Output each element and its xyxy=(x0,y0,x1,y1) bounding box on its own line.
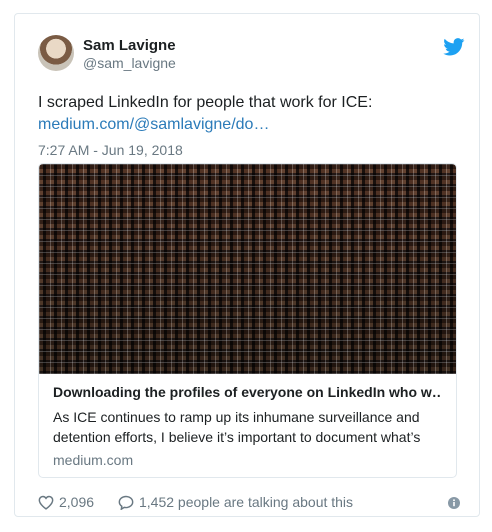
link-preview-card[interactable]: Downloading the profiles of everyone on … xyxy=(38,163,457,478)
card-body: Downloading the profiles of everyone on … xyxy=(39,374,456,468)
avatar[interactable] xyxy=(38,35,74,71)
author-screen-name[interactable]: @sam_lavigne xyxy=(83,55,176,71)
card-image-profile-collage[interactable] xyxy=(39,164,456,374)
tweet-link[interactable]: medium.com/@samlavigne/do… xyxy=(38,114,269,136)
card-domain: medium.com xyxy=(53,452,134,468)
like-action[interactable]: 2,096 xyxy=(38,494,94,510)
info-icon[interactable] xyxy=(448,497,460,509)
card-title[interactable]: Downloading the profiles of everyone on … xyxy=(53,383,442,401)
likes-count: 2,096 xyxy=(59,494,95,510)
comment-bubble-icon xyxy=(118,495,134,510)
heart-icon xyxy=(38,495,54,510)
twitter-bird-icon[interactable] xyxy=(443,38,465,56)
embedded-tweet: Sam Lavigne @sam_lavigne I scraped Linke… xyxy=(14,13,480,517)
card-description: As ICE continues to ramp up its inhumane… xyxy=(53,409,421,445)
author-display-name[interactable]: Sam Lavigne xyxy=(83,37,176,54)
replies-summary: 1,452 people are talking about this xyxy=(139,494,354,510)
tweet-text: I scraped LinkedIn for people that work … xyxy=(38,94,373,111)
reply-action[interactable]: 1,452 people are talking about this xyxy=(118,494,353,510)
tweet-timestamp[interactable]: 7:27 AM - Jun 19, 2018 xyxy=(38,142,183,158)
